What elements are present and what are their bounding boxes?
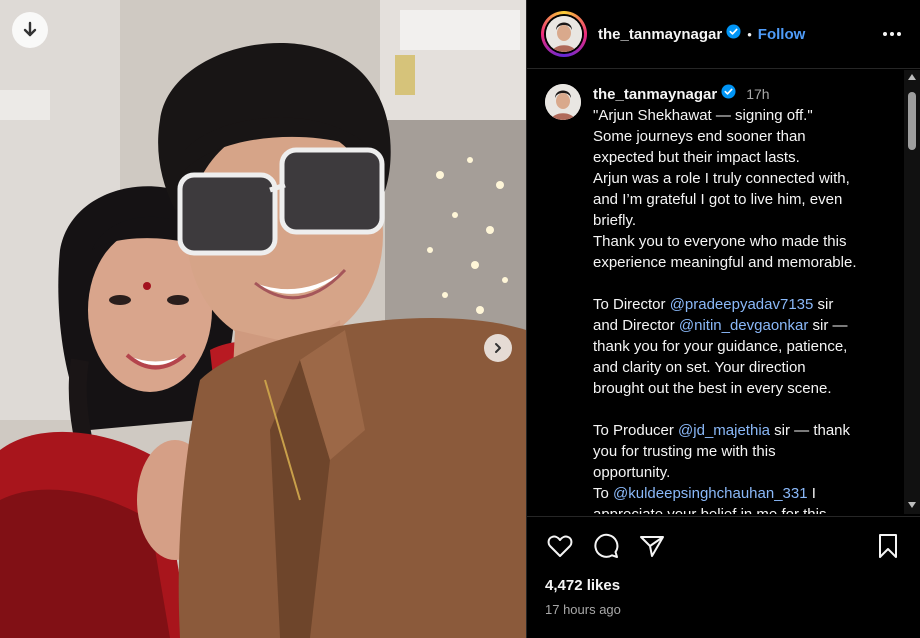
avatar-image — [546, 16, 582, 52]
post-photo[interactable] — [0, 0, 526, 638]
like-button[interactable] — [545, 531, 575, 561]
follow-button[interactable]: Follow — [758, 26, 806, 43]
verified-badge-icon — [726, 24, 741, 44]
caption-line: To @kuldeepsinghchauhan_331 I — [593, 485, 816, 502]
caption: the_tanmaynagar 17h "Arjun Shekhawat — s… — [545, 84, 895, 514]
post-detail-panel: the_tanmaynagar • Follow the_tanmaynagar… — [526, 0, 920, 638]
caption-line: expected but their impact lasts. — [593, 149, 800, 166]
post-actions: 4,472 likes 17 hours ago — [527, 516, 920, 638]
save-button[interactable] — [873, 531, 903, 561]
header-username[interactable]: the_tanmaynagar — [598, 26, 722, 43]
bookmark-icon — [879, 534, 897, 558]
caption-line: Arjun was a role I truly connected with, — [593, 170, 850, 187]
mention-link[interactable]: @nitin_devgaonkar — [679, 317, 808, 334]
post-timestamp[interactable]: 17 hours ago — [545, 602, 903, 617]
caption-line: appreciate your belief in me for this — [593, 504, 893, 514]
heart-icon — [547, 535, 573, 557]
mention-link[interactable]: @pradeepyadav7135 — [670, 296, 814, 313]
caption-line: To Producer @jd_majethia sir — thank — [593, 422, 851, 439]
download-icon — [23, 21, 37, 37]
caption-avatar[interactable] — [545, 84, 581, 120]
more-options-icon — [883, 32, 901, 36]
caption-line: opportunity. — [593, 464, 671, 481]
avatar[interactable] — [541, 11, 587, 57]
caption-line: and clarity on set. Your direction — [593, 359, 806, 376]
caption-line: you for trusting me with this — [593, 443, 776, 460]
caption-line: experience meaningful and memorable. — [593, 254, 857, 271]
photo-scene — [0, 0, 526, 638]
caption-scrollbar[interactable] — [904, 70, 920, 514]
comment-icon — [594, 533, 619, 558]
caption-line: To Director @pradeepyadav7135 sir — [593, 296, 834, 313]
post-time[interactable]: 17h — [746, 84, 769, 105]
caption-scroll-area[interactable]: the_tanmaynagar 17h "Arjun Shekhawat — s… — [527, 70, 920, 514]
verified-badge-icon — [721, 84, 736, 105]
caption-line: thank you for your guidance, patience, — [593, 338, 848, 355]
separator-dot: • — [747, 26, 752, 42]
download-button[interactable] — [12, 12, 48, 48]
comment-button[interactable] — [591, 531, 621, 561]
caption-line: and I’m grateful I got to live him, even — [593, 191, 843, 208]
caption-line: "Arjun Shekhawat — signing off." — [593, 107, 813, 124]
caption-line: Thank you to everyone who made this — [593, 233, 847, 250]
share-icon — [640, 536, 664, 557]
chevron-right-icon — [495, 343, 501, 353]
likes-count[interactable]: 4,472 likes — [545, 577, 903, 594]
scroll-up-arrow[interactable] — [908, 74, 916, 80]
caption-text: the_tanmaynagar 17h "Arjun Shekhawat — s… — [593, 84, 893, 514]
mention-link[interactable]: @kuldeepsinghchauhan_331 — [613, 485, 808, 502]
caption-username[interactable]: the_tanmaynagar — [593, 84, 717, 105]
scroll-thumb[interactable] — [908, 92, 916, 150]
post-header: the_tanmaynagar • Follow — [527, 0, 920, 69]
caption-line: brought out the best in every scene. — [593, 380, 832, 397]
next-image-button[interactable] — [484, 334, 512, 362]
caption-line: Some journeys end sooner than — [593, 128, 806, 145]
caption-line: and Director @nitin_devgaonkar sir — — [593, 317, 848, 334]
more-options-button[interactable] — [880, 22, 904, 46]
share-button[interactable] — [637, 531, 667, 561]
mention-link[interactable]: @jd_majethia — [678, 422, 770, 439]
caption-line: briefly. — [593, 212, 637, 229]
scroll-down-arrow[interactable] — [908, 502, 916, 508]
